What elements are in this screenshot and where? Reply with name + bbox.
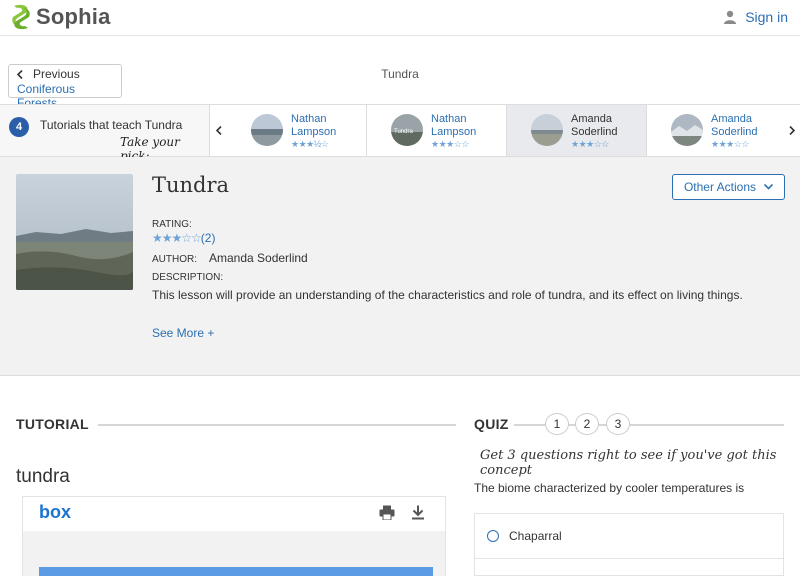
tutorial-rating-stars: ★★★☆☆ <box>711 139 749 149</box>
author-row: AUTHOR: Amanda Soderlind <box>152 251 308 265</box>
tutorial-thumbnail <box>531 114 563 146</box>
tutorial-author: Amanda Soderlind <box>571 113 618 138</box>
chevron-right-icon <box>788 126 795 135</box>
lesson-title: Tundra <box>152 173 230 197</box>
rating-count: (2) <box>200 231 216 245</box>
tutorial-author: Nathan Lampson <box>431 113 477 138</box>
tutorial-card[interactable]: Tundra Nathan Lampson ★★★☆☆ <box>367 105 507 156</box>
tutorial-card-selected[interactable]: Amanda Soderlind ★★★☆☆ <box>507 105 647 156</box>
author-label: AUTHOR: <box>152 254 197 265</box>
tutorial-count-label: Tutorials that teach Tundra <box>40 118 183 132</box>
author-name: Amanda Soderlind <box>209 251 308 265</box>
answer-list: Chaparral <box>474 513 784 576</box>
tutorial-heading: TUTORIAL <box>16 416 89 432</box>
svg-text:Tundra: Tundra <box>394 129 413 135</box>
quiz-step-3: 3 <box>606 413 630 435</box>
tutorial-rating-stars: ★★★☆☆ <box>431 139 469 149</box>
quiz-step-2: 2 <box>575 413 599 435</box>
quiz-question: The biome characterized by cooler temper… <box>474 481 745 495</box>
radio-button[interactable] <box>487 530 499 542</box>
lesson-rating[interactable]: ★★★☆☆(2) <box>152 231 215 245</box>
tutorial-author: Nathan Lampson <box>291 113 337 138</box>
other-actions-label: Other Actions <box>683 180 757 194</box>
chevron-left-icon <box>215 126 222 135</box>
answer-label: Chaparral <box>509 529 562 543</box>
sophia-s-logo-icon <box>12 4 30 30</box>
strip-next-button[interactable] <box>783 105 800 156</box>
brand-name: Sophia <box>36 4 111 29</box>
top-navigation-bar: Sophia Sign in <box>0 0 800 36</box>
box-logo: box <box>39 502 72 522</box>
sign-in-label: Sign in <box>745 9 788 25</box>
breadcrumb-current: Tundra <box>381 67 419 81</box>
lesson-overview: Tundra Other Actions RATING: ★★★☆☆(2) AU… <box>0 157 800 376</box>
strip-prev-button[interactable] <box>210 105 227 156</box>
sign-in-link[interactable]: Sign in <box>723 9 788 25</box>
sophia-logo[interactable]: Sophia <box>10 3 111 31</box>
quiz-challenge-text: Get 3 questions right to see if you've g… <box>480 448 777 478</box>
tutorial-count-badge: 4 <box>9 117 29 137</box>
tutorial-title: tundra <box>16 466 70 487</box>
download-icon[interactable] <box>411 505 425 520</box>
user-icon <box>724 10 737 24</box>
lesson-description: This lesson will provide an understandin… <box>152 288 743 302</box>
breadcrumb: Previous Coniferous Forests Tundra <box>0 56 800 110</box>
other-actions-dropdown[interactable]: Other Actions <box>672 174 785 200</box>
quiz-heading: QUIZ <box>474 416 509 432</box>
document-viewer[interactable]: box <box>22 496 446 576</box>
tutorial-card[interactable]: Amanda Soderlind ★★★☆☆ <box>647 105 787 156</box>
chevron-down-icon <box>764 184 774 190</box>
tutorial-author: Amanda Soderlind <box>711 113 758 138</box>
see-more-link[interactable]: See More + <box>152 326 214 340</box>
print-icon[interactable] <box>379 505 395 520</box>
quiz-step-1: 1 <box>545 413 569 435</box>
rating-label: RATING: <box>152 219 192 230</box>
lesson-thumbnail <box>16 174 133 290</box>
answer-option[interactable]: Chaparral <box>475 514 783 559</box>
tutorial-thumbnail <box>671 114 703 146</box>
tutorial-thumbnail: Tundra <box>391 114 423 146</box>
tutorial-picker-header: 4 Tutorials that teach Tundra Take your … <box>0 105 210 163</box>
tutorial-picker-strip: 4 Tutorials that teach Tundra Take your … <box>0 104 800 163</box>
tutorial-divider <box>98 424 456 426</box>
tutorial-thumbnail <box>251 114 283 146</box>
rating-stars: ★★★☆☆ <box>152 231 202 245</box>
description-label: DESCRIPTION: <box>152 272 224 283</box>
tutorial-card[interactable]: Nathan Lampson ★★★½☆ <box>227 105 367 156</box>
tutorial-rating-stars: ★★★½☆ <box>291 139 329 149</box>
document-page <box>39 567 433 576</box>
tutorial-rating-stars: ★★★☆☆ <box>571 139 609 149</box>
